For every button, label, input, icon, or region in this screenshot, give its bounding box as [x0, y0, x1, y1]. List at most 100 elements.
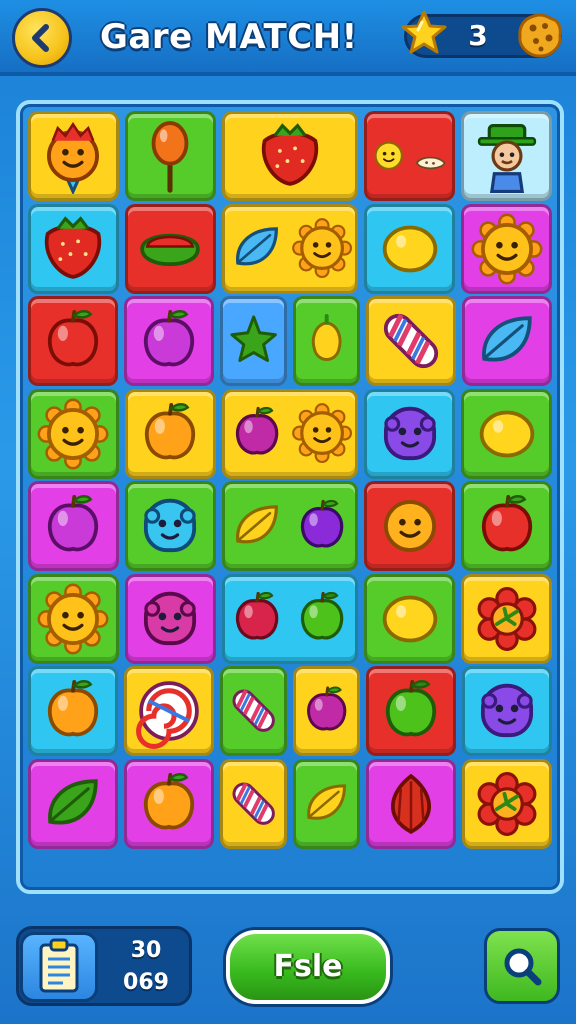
- tile-r4-c5[interactable]: [461, 388, 552, 479]
- smiley-lemon-icon: [374, 141, 403, 171]
- header-bar: Gare MATCH! 3: [0, 0, 576, 76]
- search-icon: [504, 948, 542, 986]
- lemon-icon: [382, 225, 437, 272]
- orange-icon: [145, 402, 196, 459]
- radish-icon: [236, 407, 279, 455]
- tile-r1-c3[interactable]: [221, 111, 359, 201]
- tile-r5-c3[interactable]: [221, 481, 359, 571]
- game-title: Gare MATCH!: [100, 17, 358, 57]
- green-pepper-icon: [301, 592, 344, 640]
- swirl-candy-icon: [135, 681, 199, 749]
- pink-blob-icon: [144, 591, 197, 645]
- blue-leaf-icon: [482, 316, 532, 362]
- green-star-fruit-icon: [230, 315, 277, 363]
- tile-r8-c6[interactable]: [462, 758, 552, 849]
- cookie-icon[interactable]: [514, 10, 566, 62]
- lemon-icon: [382, 595, 437, 642]
- purple-blob-icon: [383, 406, 436, 460]
- sun-face-icon: [37, 398, 109, 469]
- tile-r3-c5[interactable]: [366, 296, 457, 386]
- tile-r2-c4[interactable]: [364, 203, 456, 294]
- farmer-character-icon: [477, 124, 536, 194]
- main-action-button[interactable]: Fsle: [226, 930, 390, 1004]
- game-board: [16, 100, 564, 894]
- back-button[interactable]: [12, 8, 72, 68]
- blue-blob-icon: [144, 498, 197, 552]
- plum-icon: [48, 494, 99, 552]
- red-flower-icon: [477, 586, 536, 651]
- tile-r6-c2[interactable]: [124, 573, 216, 664]
- tile-r7-c2[interactable]: [123, 666, 214, 756]
- stat-bottom-value: 069: [123, 970, 169, 995]
- clipboard-button[interactable]: [20, 932, 98, 1002]
- striped-candy-icon: [232, 689, 275, 733]
- clipboard-icon: [39, 938, 79, 993]
- sun-face-icon: [292, 218, 353, 279]
- lollipop-icon: [151, 121, 189, 193]
- tile-r8-c1[interactable]: [28, 758, 118, 849]
- tile-r7-c5[interactable]: [366, 666, 457, 756]
- tile-r8-c5[interactable]: [366, 758, 457, 849]
- tile-r8-c3[interactable]: [219, 758, 287, 849]
- orange-icon: [143, 772, 194, 829]
- tile-r8-c4[interactable]: [293, 758, 361, 849]
- tile-r5-c4[interactable]: [364, 481, 456, 571]
- tile-r3-c3[interactable]: [219, 296, 287, 386]
- striped-candy-icon: [232, 782, 275, 825]
- stat-top-value: 30: [130, 938, 162, 963]
- tile-r2-c3[interactable]: [221, 203, 359, 294]
- tile-r4-c2[interactable]: [124, 388, 216, 479]
- purple-blob-icon: [481, 683, 534, 737]
- apple-icon: [47, 309, 98, 367]
- tile-r3-c1[interactable]: [28, 296, 118, 386]
- tile-r4-c3[interactable]: [221, 388, 359, 479]
- strawberry-icon: [45, 215, 102, 279]
- eggplant-icon: [301, 499, 344, 548]
- yellow-leaf-icon: [307, 784, 346, 820]
- blue-leaf-icon: [236, 227, 279, 266]
- watermelon-slice-icon: [140, 233, 201, 266]
- tile-r3-c2[interactable]: [123, 296, 214, 386]
- tile-r7-c1[interactable]: [28, 666, 118, 756]
- sun-face-icon: [292, 403, 353, 464]
- tile-r1-c1[interactable]: [28, 111, 119, 201]
- green-apple-icon: [386, 679, 437, 737]
- tile-r1-c4[interactable]: [364, 111, 456, 201]
- yellow-leaf-icon: [236, 505, 279, 544]
- tile-r2-c5[interactable]: [461, 203, 552, 294]
- lemon-icon: [479, 410, 534, 457]
- search-button[interactable]: [484, 928, 560, 1004]
- tile-r3-c4[interactable]: [293, 296, 361, 386]
- tile-r4-c1[interactable]: [28, 388, 119, 479]
- tile-r5-c1[interactable]: [28, 481, 119, 571]
- radish-icon: [307, 686, 347, 731]
- tile-r2-c1[interactable]: [28, 203, 119, 294]
- tile-r8-c2[interactable]: [123, 758, 214, 849]
- smiley-orange-icon: [383, 500, 436, 552]
- tile-r1-c5[interactable]: [461, 111, 552, 201]
- back-arrow-icon: [32, 24, 49, 52]
- tile-r7-c4[interactable]: [293, 666, 361, 756]
- red-flower-icon: [477, 771, 537, 836]
- tile-r4-c4[interactable]: [364, 388, 456, 479]
- tile-r7-c6[interactable]: [462, 666, 552, 756]
- apple-icon: [481, 494, 532, 552]
- plum-icon: [143, 309, 194, 367]
- tile-r7-c3[interactable]: [219, 666, 287, 756]
- tile-r5-c2[interactable]: [124, 481, 216, 571]
- tile-r2-c2[interactable]: [124, 203, 216, 294]
- sun-face-ice-cream-icon: [47, 122, 100, 194]
- tile-r1-c2[interactable]: [124, 111, 216, 201]
- onion-icon: [391, 773, 432, 834]
- green-leaf-icon: [48, 778, 98, 824]
- sun-face-icon: [37, 583, 109, 654]
- tile-r6-c5[interactable]: [461, 573, 552, 664]
- tile-r6-c4[interactable]: [364, 573, 456, 664]
- red-radish-icon: [236, 592, 279, 640]
- tile-r3-c6[interactable]: [462, 296, 552, 386]
- yellow-pepper-icon: [311, 314, 342, 362]
- striped-candy-icon: [384, 313, 439, 369]
- tile-r6-c1[interactable]: [28, 573, 119, 664]
- tile-r5-c5[interactable]: [461, 481, 552, 571]
- tile-r6-c3[interactable]: [221, 573, 359, 664]
